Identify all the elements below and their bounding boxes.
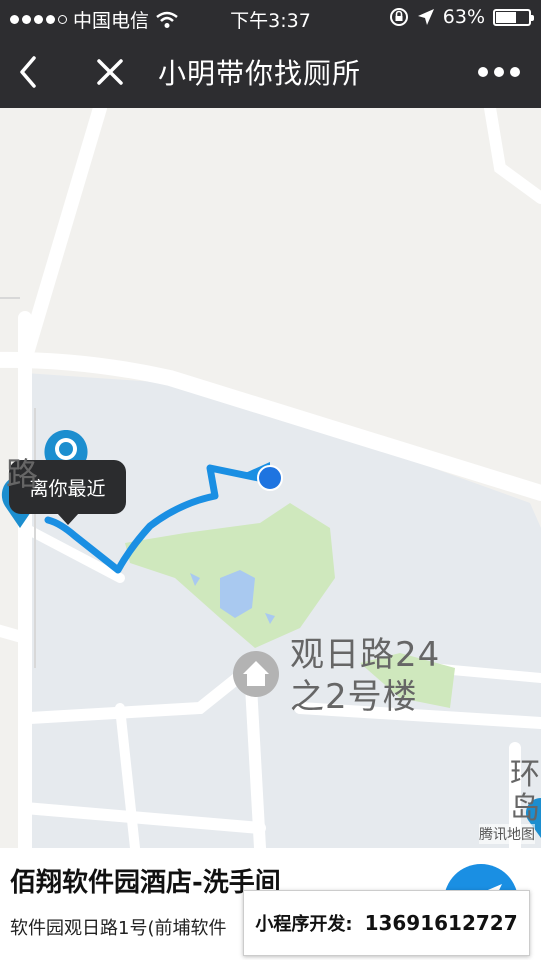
location-arrow-icon: [417, 9, 434, 25]
rotation-lock-icon: [389, 8, 408, 26]
more-dots-icon: [478, 67, 520, 77]
back-button[interactable]: [6, 36, 50, 108]
promo-label: 小程序开发:: [255, 914, 353, 935]
poi-label-line1: 观日路24: [290, 635, 441, 675]
battery-icon: [493, 8, 534, 26]
close-icon: [97, 59, 123, 85]
page-title: 小明带你找厕所: [158, 57, 362, 90]
corner-label-line1: 环: [510, 757, 541, 792]
place-address: 软件园观日路1号(前埔软件: [10, 918, 227, 939]
poi-label-line2: 之2号楼: [290, 677, 418, 717]
promo-badge: 小程序开发: 13691612727: [243, 890, 530, 956]
corner-label: 环 岛: [510, 758, 541, 826]
status-time: 下午3:37: [230, 10, 311, 32]
status-bar: 中国电信 下午3:37 63%: [0, 0, 541, 36]
chevron-left-icon: [20, 56, 36, 88]
more-button[interactable]: [469, 36, 529, 108]
close-button[interactable]: [86, 36, 134, 108]
poi-label: 观日路24 之2号楼: [290, 634, 440, 718]
place-name: 佰翔软件园酒店-洗手间: [10, 868, 281, 898]
promo-phone: 13691612727: [364, 911, 518, 935]
corner-label-line2: 岛: [510, 791, 541, 826]
map-view[interactable]: 离你最近 路 观日路24 之2号楼 环 岛 腾讯地图: [0, 108, 541, 848]
battery-percent: 63%: [442, 6, 485, 28]
map-watermark: 腾讯地图: [479, 824, 535, 844]
street-label: 路: [6, 455, 40, 493]
current-location-dot: [257, 465, 283, 491]
navigation-bar: 小明带你找厕所: [0, 36, 541, 108]
